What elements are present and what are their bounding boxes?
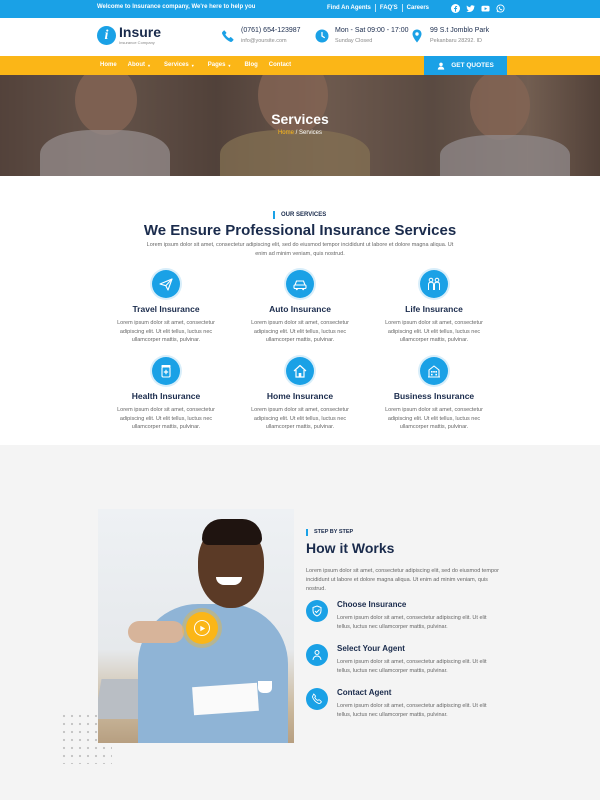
play-icon: [194, 620, 210, 636]
nav-label: Services: [164, 62, 189, 68]
breadcrumb: Home / Services: [0, 130, 600, 136]
phone-number[interactable]: (0761) 654-123987: [241, 27, 301, 34]
top-bar: Welcome to Insurance company, We're here…: [0, 0, 600, 18]
location-pin-icon: [412, 29, 422, 43]
service-text: Lorem ipsum dolor sit amet, consectetur …: [251, 320, 349, 343]
chevron-down-icon: ▾: [148, 62, 151, 68]
service-text: Lorem ipsum dolor sit amet, consectetur …: [385, 407, 483, 430]
services-title: We Ensure Professional Insurance Service…: [143, 222, 457, 239]
photo-hair: [202, 519, 262, 545]
step-text: Lorem ipsum dolor sit amet, consectetur …: [337, 615, 487, 630]
breadcrumb-current: Services: [299, 130, 323, 136]
twitter-icon[interactable]: [466, 4, 475, 13]
city-address: Pekanbaru 28292. ID: [430, 38, 482, 44]
photo-smile: [216, 577, 242, 585]
paper-plane-icon: [152, 270, 180, 298]
agent-icon: [306, 644, 328, 666]
page-hero: Services Home / Services: [0, 75, 600, 176]
building-icon: [420, 357, 448, 385]
opening-hours: Mon - Sat 09:00 - 17:00: [335, 27, 409, 34]
nav-item-contact[interactable]: Contact: [269, 62, 291, 68]
find-agents-link[interactable]: Find An Agents: [327, 4, 376, 12]
youtube-icon[interactable]: [481, 4, 490, 13]
how-description: Lorem ipsum dolor sit amet, consectetur …: [306, 568, 499, 592]
house-icon: [286, 357, 314, 385]
phone-icon: [306, 688, 328, 710]
step-title: Contact Agent: [337, 688, 392, 697]
get-quotes-label: GET QUOTES: [451, 62, 494, 69]
service-title: Life Insurance: [405, 304, 463, 314]
step-text: Lorem ipsum dolor sit amet, consectetur …: [337, 659, 487, 674]
car-icon: [286, 270, 314, 298]
service-title: Business Insurance: [393, 391, 475, 401]
service-text: Lorem ipsum dolor sit amet, consectetur …: [117, 407, 215, 430]
site-header: i Insure Insurance Company (0761) 654-12…: [0, 18, 600, 56]
photo-handshake: [128, 621, 184, 643]
careers-link[interactable]: Careers: [403, 4, 433, 12]
nav-label: Blog: [244, 62, 258, 68]
chevron-down-icon: ▾: [228, 62, 231, 68]
nav-item-blog[interactable]: Blog: [244, 62, 257, 68]
user-icon: [437, 62, 445, 70]
nav-label: About: [127, 62, 145, 68]
service-text: Lorem ipsum dolor sit amet, consectetur …: [117, 320, 215, 343]
logo-icon[interactable]: i: [97, 26, 116, 45]
faqs-link[interactable]: FAQ'S: [376, 4, 403, 12]
clock-icon: [315, 29, 329, 43]
photo-paper: [192, 682, 259, 716]
play-video-button[interactable]: [186, 612, 218, 644]
service-text: Lorem ipsum dolor sit amet, consectetur …: [251, 407, 349, 430]
social-links: [451, 4, 505, 13]
top-links: Find An Agents FAQ'S Careers: [327, 4, 433, 12]
page-title: Services: [271, 111, 329, 127]
get-quotes-button[interactable]: GET QUOTES: [424, 56, 507, 75]
logo-subtitle: Insurance Company: [119, 40, 155, 45]
service-text: Lorem ipsum dolor sit amet, consectetur …: [385, 320, 483, 343]
chevron-down-icon: ▾: [191, 62, 194, 68]
closed-day: Sunday Closed: [335, 38, 373, 44]
medicine-icon: [152, 357, 180, 385]
nav-label: Home: [100, 62, 117, 68]
service-title: Home Insurance: [266, 391, 334, 401]
breadcrumb-home[interactable]: Home: [278, 130, 294, 136]
photo-cup: [258, 681, 272, 693]
how-title: How it Works: [306, 540, 395, 556]
phone-icon: [222, 30, 234, 42]
facebook-icon[interactable]: [451, 4, 460, 13]
service-title: Health Insurance: [131, 391, 201, 401]
logo-text[interactable]: Insure: [119, 24, 161, 40]
whatsapp-icon[interactable]: [496, 4, 505, 13]
welcome-text: Welcome to Insurance company, We're here…: [97, 4, 256, 10]
street-address: 99 S.t Jomblo Park: [430, 27, 490, 34]
family-icon: [420, 270, 448, 298]
hand-shield-icon: [306, 600, 328, 622]
services-description: Lorem ipsum dolor sit amet, consectetur …: [146, 242, 454, 257]
service-title: Auto Insurance: [269, 304, 331, 314]
nav-item-about[interactable]: About ▾: [128, 62, 150, 68]
nav-item-pages[interactable]: Pages ▾: [208, 62, 231, 68]
email-address[interactable]: info@yoursite.com: [241, 38, 287, 44]
service-title: Travel Insurance: [132, 304, 200, 314]
nav-label: Contact: [268, 62, 292, 68]
nav-item-home[interactable]: Home: [100, 62, 117, 68]
services-tag: OUR SERVICES: [273, 211, 326, 219]
step-text: Lorem ipsum dolor sit amet, consectetur …: [337, 703, 487, 718]
nav-item-services[interactable]: Services ▾: [164, 62, 194, 68]
how-tag: STEP BY STEP: [306, 529, 353, 536]
step-title: Choose Insurance: [337, 600, 407, 609]
main-nav: Home About ▾ Services ▾ Pages ▾ Blog Contac…: [0, 56, 600, 75]
step-title: Select Your Agent: [337, 644, 405, 653]
nav-label: Pages: [207, 62, 226, 68]
